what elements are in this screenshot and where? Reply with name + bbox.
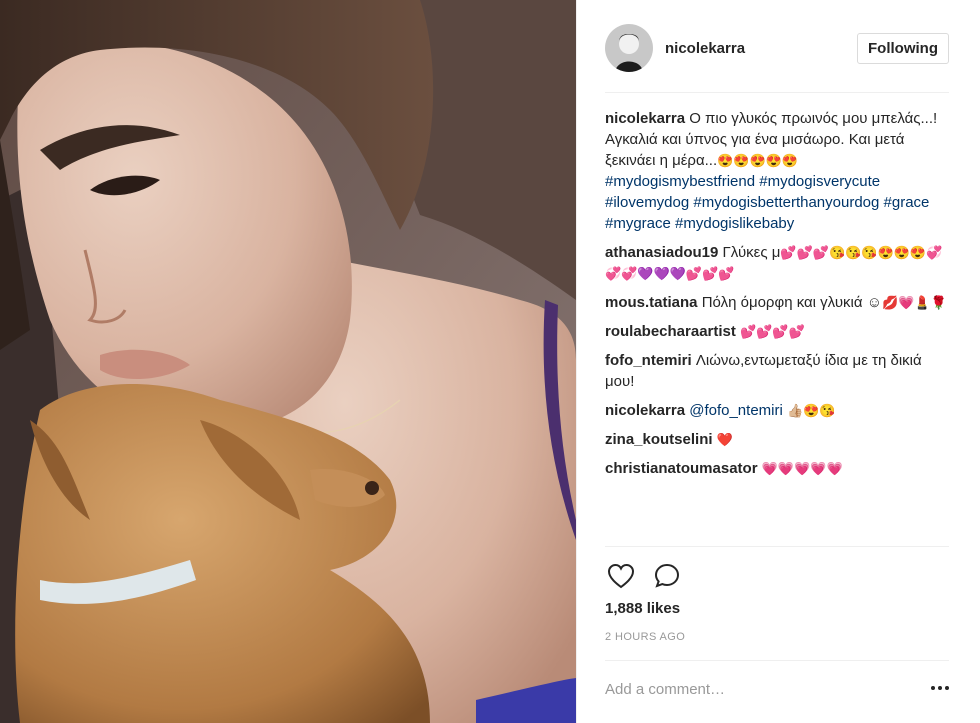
comment-button[interactable] [651,560,683,592]
hashtag[interactable]: #mygrace [605,215,671,232]
post-author[interactable]: nicolekarra [665,40,857,57]
post-photo[interactable] [0,0,576,723]
comment-emojis: 👍🏼😍😘 [787,403,836,418]
divider [605,546,949,547]
selfie-with-puppy-image [0,0,576,723]
hashtag[interactable]: #ilovemydog [605,194,689,211]
comment-user[interactable]: roulabecharaartist [605,323,736,340]
dot [931,686,935,690]
post-sidebar: nicolekarra Following nicolekarra Ο πιο … [576,0,980,723]
comment-emojis: ❤️ [716,432,733,447]
hashtag[interactable]: #mydogismybestfriend [605,173,755,190]
avatar-image [605,24,653,72]
post-timestamp[interactable]: 2 HOURS AGO [605,631,685,643]
hashtag[interactable]: #grace [884,194,930,211]
caption-emojis: 😍😍😍😍😍 [717,153,799,168]
add-comment-input[interactable] [605,676,905,702]
more-options-icon[interactable] [928,678,952,698]
comment-emojis: 💕💕💕💕 [740,324,805,339]
likes-count[interactable]: 1,888 likes [605,600,680,617]
comment-emojis: 💋💗💄🌹 [882,295,947,310]
comments-list: nicolekarra Ο πιο γλυκός πρωινός μου μπε… [605,108,951,487]
dot [945,686,949,690]
comment-user[interactable]: christianatoumasator [605,460,758,477]
instagram-post: nicolekarra Following nicolekarra Ο πιο … [0,0,980,723]
comment: athanasiadou19 Γλύκες μ💕💕💕😘😘😘😍😍😍💞💞💞💜💜💜💕💕… [605,242,951,284]
comment: mous.tatiana Πόλη όμορφη και γλυκιά ☺💋💗💄… [605,292,951,313]
comment: roulabecharaartist 💕💕💕💕 [605,321,951,342]
comment-mention[interactable]: @fofo_ntemiri [689,402,783,419]
comment: nicolekarra @fofo_ntemiri 👍🏼😍😘 [605,400,951,421]
post-header: nicolekarra Following [605,22,949,74]
post-actions [605,560,697,592]
caption: nicolekarra Ο πιο γλυκός πρωινός μου μπε… [605,108,951,234]
comment-user[interactable]: mous.tatiana [605,294,698,311]
comment: zina_koutselini ❤️ [605,429,951,450]
heart-outline-icon [607,563,635,589]
comment-user[interactable]: nicolekarra [605,402,685,419]
dot [938,686,942,690]
following-button[interactable]: Following [857,32,949,64]
comment: christianatoumasator 💗💗💗💗💗 [605,458,951,479]
hashtag[interactable]: #mydogislikebaby [675,215,794,232]
comment-user[interactable]: fofo_ntemiri [605,352,692,369]
comment-text: Πόλη όμορφη και γλυκιά ☺ [701,294,883,311]
comment: fofo_ntemiri Λιώνω,εντωμεταξύ ίδια με τη… [605,350,951,392]
comment-user[interactable]: zina_koutselini [605,431,713,448]
comment-text: Γλύκες μ [722,244,781,261]
hashtag[interactable]: #mydogisbetterthanyourdog [693,194,879,211]
avatar[interactable] [605,24,653,72]
comment-emojis: 💗💗💗💗💗 [761,461,843,476]
comment-user[interactable]: nicolekarra [605,110,685,127]
divider [605,92,949,93]
hashtag[interactable]: #mydogisverycute [759,173,880,190]
divider [605,660,949,661]
comment-user[interactable]: athanasiadou19 [605,244,718,261]
like-button[interactable] [605,560,637,592]
speech-bubble-icon [654,563,680,588]
